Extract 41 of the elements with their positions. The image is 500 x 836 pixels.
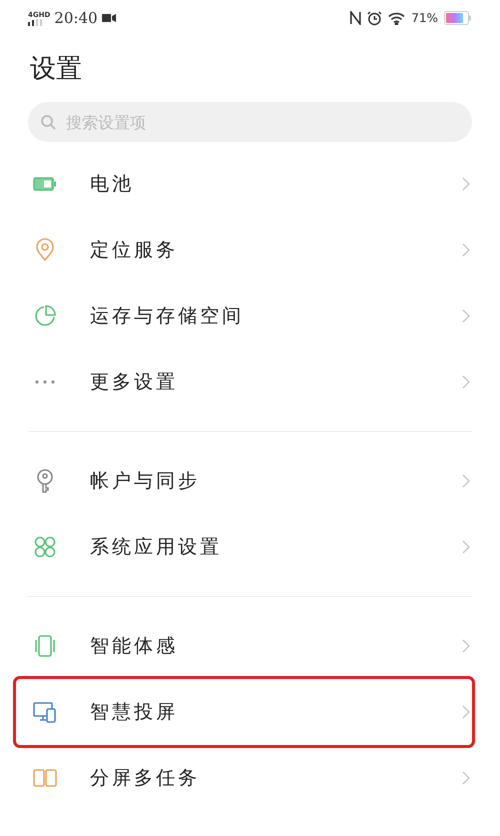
settings-item[interactable]: 智慧投屏: [16, 679, 472, 745]
chevron-right-icon: [462, 243, 470, 257]
item-label: 智能体感: [90, 634, 179, 659]
item-label: 定位服务: [90, 238, 179, 263]
settings-item[interactable]: 定位服务: [28, 217, 472, 283]
settings-item[interactable]: 智能体感: [28, 613, 472, 679]
nfc-icon: [350, 11, 362, 25]
clock-time: 20:40: [54, 8, 98, 29]
battery-percent: 71%: [411, 10, 438, 27]
settings-item[interactable]: 运存与存储空间: [28, 283, 472, 349]
wifi-icon: [388, 12, 406, 24]
clover-icon: [32, 534, 58, 560]
chevron-right-icon: [462, 474, 470, 488]
alarm-clock-icon: [367, 10, 382, 26]
item-label: 智慧投屏: [90, 700, 179, 725]
video-camera-icon: [102, 13, 116, 23]
chevron-right-icon: [462, 177, 470, 191]
signal-icon: [28, 18, 42, 26]
item-label: 运存与存储空间: [90, 304, 245, 329]
page-title: 设置: [30, 53, 83, 86]
battery-icon: [444, 11, 472, 25]
monitor-phone-icon: [32, 699, 58, 725]
chevron-right-icon: [462, 540, 470, 554]
item-label: 更多设置: [90, 370, 179, 395]
settings-item[interactable]: 更多设置: [28, 349, 472, 415]
settings-item[interactable]: 分屏多任务: [28, 745, 472, 811]
phone-icon: [32, 633, 58, 659]
chevron-right-icon: [462, 309, 470, 323]
settings-item[interactable]: 电池: [28, 151, 472, 217]
item-label: 帐户与同步: [90, 468, 201, 494]
item-label: 分屏多任务: [90, 766, 201, 791]
chevron-right-icon: [462, 639, 470, 653]
item-label: 系统应用设置: [90, 534, 223, 560]
item-label: 电池: [90, 172, 135, 197]
chevron-right-icon: [462, 771, 470, 785]
more-icon: [35, 380, 55, 384]
search-icon: [40, 114, 56, 130]
settings-item[interactable]: 帐户与同步: [28, 448, 472, 514]
chevron-right-icon: [462, 375, 470, 389]
settings-item[interactable]: 系统应用设置: [28, 514, 472, 580]
chevron-right-icon: [462, 705, 470, 719]
